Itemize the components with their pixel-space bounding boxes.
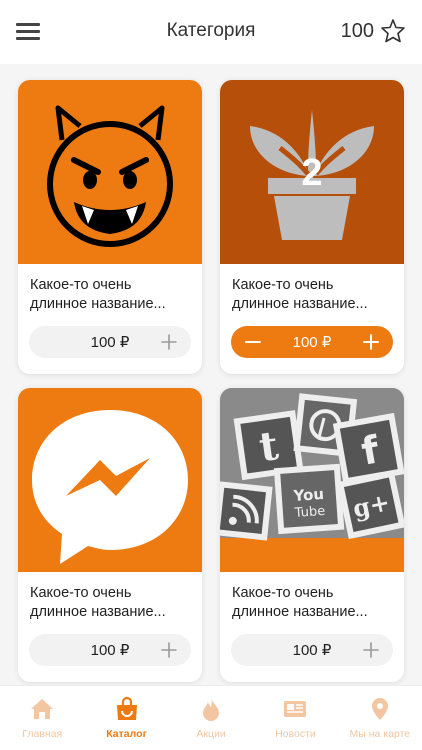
- plus-icon[interactable]: [157, 638, 181, 662]
- plus-icon[interactable]: [359, 638, 383, 662]
- product-image: 2: [220, 80, 404, 264]
- quantity-badge: 2: [301, 152, 323, 194]
- product-image: [18, 388, 202, 572]
- bottom-tab-bar: Главная Каталог Акции Новости Мы на карт…: [0, 685, 422, 750]
- product-price: 100 ₽: [292, 334, 332, 351]
- tab-label: Главная: [22, 728, 63, 740]
- tab-promotions[interactable]: Акции: [169, 686, 253, 750]
- svg-text:Tube: Tube: [293, 504, 325, 521]
- minus-icon[interactable]: [241, 330, 265, 354]
- product-price: 100 ₽: [292, 642, 332, 659]
- product-image: t f You Tube g+: [220, 388, 404, 572]
- quantity-stepper: 100 ₽: [231, 634, 393, 666]
- product-price: 100 ₽: [90, 642, 130, 659]
- product-name: Какое-то очень длинное название...: [30, 277, 166, 312]
- quantity-stepper: 100 ₽: [29, 634, 191, 666]
- tab-label: Каталог: [106, 728, 147, 740]
- app-header: Категория 100: [0, 0, 422, 64]
- product-name: Какое-то очень длинное название...: [30, 585, 166, 620]
- product-price: 100 ₽: [90, 334, 130, 351]
- tab-map[interactable]: Мы на карте: [338, 686, 422, 750]
- plus-icon[interactable]: [157, 330, 181, 354]
- quantity-stepper: 100 ₽: [231, 326, 393, 358]
- product-card[interactable]: Какое-то очень длинное название... 100 ₽: [18, 388, 202, 682]
- product-grid: Какое-то очень длинное название... 100 ₽…: [18, 80, 404, 682]
- tab-catalog[interactable]: Каталог: [84, 686, 168, 750]
- tab-news[interactable]: Новости: [253, 686, 337, 750]
- star-outline-icon: [381, 19, 405, 43]
- product-image: [18, 80, 202, 264]
- points-value: 100: [340, 19, 374, 42]
- flame-icon: [203, 698, 220, 721]
- tab-label: Мы на карте: [349, 728, 411, 740]
- devil-emoji-icon: [47, 105, 173, 247]
- tab-label: Новости: [275, 728, 316, 740]
- quantity-stepper: 100 ₽: [29, 326, 191, 358]
- shopping-bag-icon: [116, 696, 137, 720]
- product-card[interactable]: Какое-то очень длинное название... 100 ₽: [18, 80, 202, 374]
- product-card[interactable]: 2 Какое-то очень длинное название... 100…: [220, 80, 404, 374]
- messenger-icon: [32, 410, 188, 564]
- social-icons-photo: t f You Tube g+: [220, 388, 404, 572]
- tab-home[interactable]: Главная: [0, 686, 84, 750]
- product-name: Какое-то очень длинное название...: [232, 277, 368, 312]
- map-pin-icon: [371, 698, 388, 720]
- product-name: Какое-то очень длинное название...: [232, 585, 368, 620]
- plus-icon[interactable]: [359, 330, 383, 354]
- svg-text:You: You: [292, 485, 325, 505]
- product-card[interactable]: t f You Tube g+ Какое-то очень длинное н…: [220, 388, 404, 682]
- points-balance[interactable]: 100: [341, 18, 406, 44]
- tab-label: Акции: [196, 728, 226, 740]
- newspaper-icon: [284, 701, 307, 717]
- home-icon: [31, 699, 54, 719]
